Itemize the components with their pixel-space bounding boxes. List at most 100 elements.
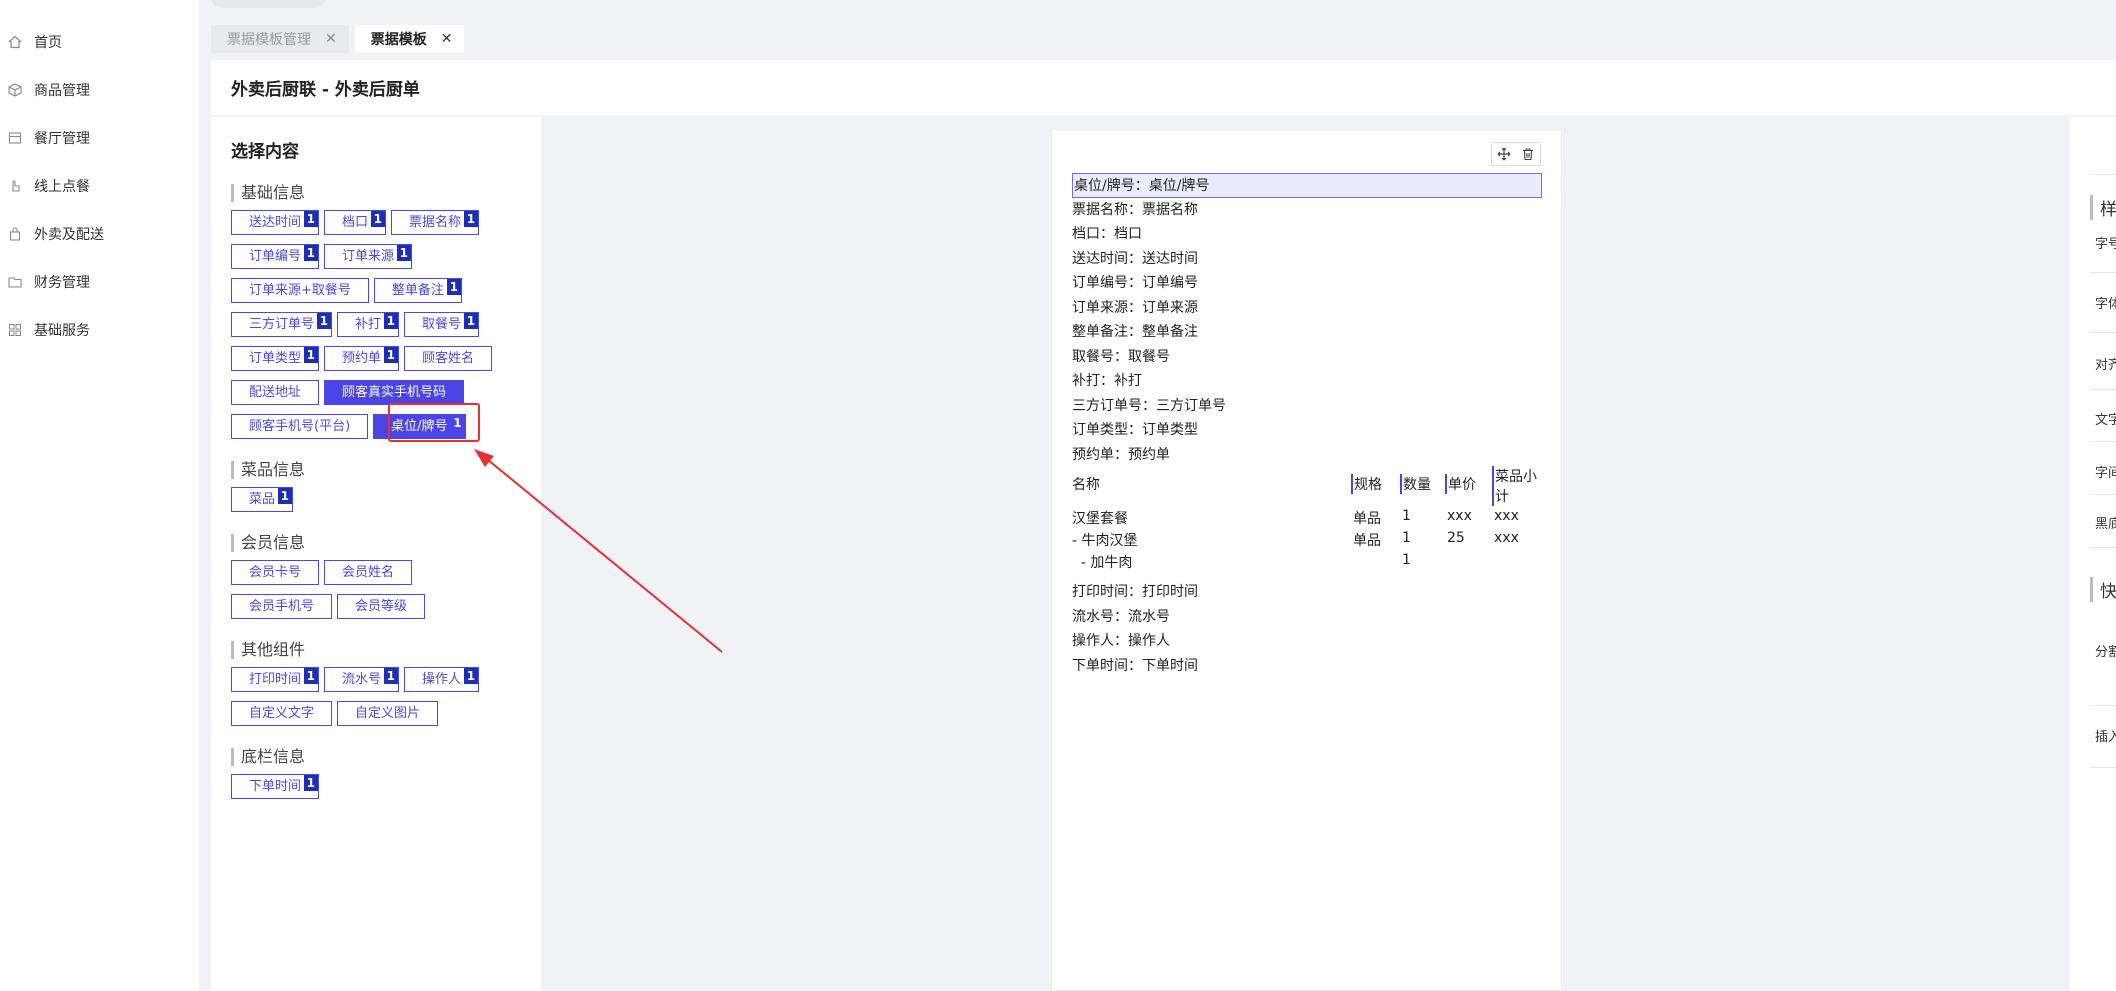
tab-template-management[interactable]: 票据模板管理 ✕ (211, 25, 349, 53)
trash-icon[interactable] (1516, 143, 1540, 165)
row-price: xxx (1447, 508, 1472, 524)
sidebar-item-products[interactable]: 商品管理 (0, 66, 199, 114)
field-chip-member-card[interactable]: 会员卡号 (231, 560, 320, 585)
field-chip-third-party-order[interactable]: 三方订单号 1 (231, 312, 333, 337)
field-chip-delivery-time[interactable]: 送达时间 1 (231, 210, 320, 235)
hand-icon (8, 179, 22, 193)
chip-label: 订单编号 (249, 249, 302, 264)
field-chip-reprint[interactable]: 补打 1 (337, 312, 400, 337)
sidebar-item-home[interactable]: 首页 (0, 18, 199, 66)
field-chip-order-type[interactable]: 订单类型 1 (231, 346, 320, 371)
setting-label-text: 文字 (2095, 413, 2116, 428)
preview-line[interactable]: 补打：补打 (1072, 369, 1541, 394)
divider (2090, 272, 2116, 273)
preview-line[interactable]: 流水号：流水号 (1072, 605, 1541, 630)
sidebar-item-delivery[interactable]: 外卖及配送 (0, 210, 199, 258)
field-chip-serial-number[interactable]: 流水号 1 (324, 667, 400, 692)
top-strip (199, 0, 2116, 18)
preview-line[interactable]: 档口：档口 (1072, 222, 1541, 247)
folder-icon (8, 275, 22, 289)
chip-label: 下单时间 (249, 779, 302, 794)
sidebar-item-restaurant[interactable]: 餐厅管理 (0, 114, 199, 162)
count-badge: 1 (303, 211, 319, 227)
preview-line[interactable]: 订单来源：订单来源 (1072, 296, 1541, 321)
chip-label: 配送地址 (249, 385, 302, 400)
store-icon (8, 131, 22, 145)
preview-line[interactable]: 打印时间：打印时间 (1072, 580, 1541, 605)
field-chip-custom-text[interactable]: 自定义文字 (231, 701, 333, 726)
field-chip-stall[interactable]: 档口 1 (324, 210, 387, 235)
group-title: 底栏信息 (231, 748, 541, 766)
field-chip-order-remark[interactable]: 整单备注 1 (373, 278, 462, 303)
preview-line[interactable]: 订单类型：订单类型 (1072, 418, 1541, 443)
field-chip-custom-image[interactable]: 自定义图片 (337, 701, 439, 726)
count-badge: 1 (316, 313, 332, 329)
count-badge: 1 (383, 347, 399, 363)
field-chip-member-phone[interactable]: 会员手机号 (231, 594, 333, 619)
field-chip-print-time[interactable]: 打印时间 1 (231, 667, 320, 692)
field-chip-order-source[interactable]: 订单来源 1 (324, 244, 413, 269)
chip-label: 菜品 (249, 492, 276, 507)
setting-label-font: 字体 (2095, 297, 2116, 312)
sidebar-item-online-order[interactable]: 线上点餐 (0, 162, 199, 210)
dish-table[interactable]: 名称 规格 数量 单价 菜品小计 汉堡套餐 单品 1 xxx xxx - 牛肉汉… (1072, 466, 1541, 580)
preview-line[interactable]: 取餐号：取餐号 (1072, 345, 1541, 370)
count-badge: 1 (370, 211, 386, 227)
sidebar-item-basic-service[interactable]: 基础服务 (0, 306, 199, 354)
preview-toolbar (1491, 142, 1541, 166)
preview-line[interactable]: 预约单：预约单 (1072, 443, 1541, 468)
close-icon[interactable]: ✕ (325, 31, 337, 47)
field-chip-dish[interactable]: 菜品 1 (231, 487, 294, 512)
preview-line[interactable]: 订单编号：订单编号 (1072, 271, 1541, 296)
chip-label: 送达时间 (249, 215, 302, 230)
field-chip-operator[interactable]: 操作人 1 (404, 667, 480, 692)
field-chip-delivery-address[interactable]: 配送地址 (231, 380, 320, 405)
field-chip-pickup-number[interactable]: 取餐号 1 (404, 312, 480, 337)
preview-line[interactable]: 操作人：操作人 (1072, 629, 1541, 654)
move-icon[interactable] (1492, 143, 1516, 165)
field-chip-reservation[interactable]: 预约单 1 (324, 346, 400, 371)
field-chip-customer-real-phone[interactable]: 顾客真实手机号码 (324, 380, 465, 405)
annotation-highlight-box (388, 403, 480, 442)
sidebar-item-finance[interactable]: 财务管理 (0, 258, 199, 306)
top-pill (211, 0, 326, 8)
preview-line[interactable]: 整单备注：整单备注 (1072, 320, 1541, 345)
sidebar-item-label: 线上点餐 (34, 179, 90, 195)
preview-line[interactable]: 送达时间：送达时间 (1072, 247, 1541, 272)
group-member-info: 会员信息 会员卡号 会员姓名 会员手机号 会员等级 (231, 534, 541, 619)
field-chip-order-time[interactable]: 下单时间 1 (231, 774, 320, 799)
chip-label: 订单类型 (249, 351, 302, 366)
close-icon[interactable]: ✕ (441, 31, 453, 47)
count-badge: 1 (303, 775, 319, 791)
row-subtotal: xxx (1494, 530, 1519, 546)
row-qty: 1 (1402, 508, 1411, 524)
tab-template[interactable]: 票据模板 ✕ (354, 25, 465, 53)
cube-icon (8, 83, 22, 97)
field-chip-customer-platform-phone[interactable]: 顾客手机号(平台) (231, 414, 369, 439)
divider (2090, 174, 2116, 175)
divider (2090, 389, 2116, 390)
chip-label: 取餐号 (422, 317, 462, 332)
count-badge: 1 (277, 488, 293, 504)
chip-label: 会员等级 (355, 599, 408, 614)
row-name: - 加牛肉 (1072, 555, 1133, 571)
section-title-quick: 快 (2090, 577, 2116, 602)
row-subtotal: xxx (1494, 508, 1519, 524)
preview-line[interactable]: 三方订单号：三方订单号 (1072, 394, 1541, 419)
field-chip-customer-name[interactable]: 顾客姓名 (404, 346, 493, 371)
field-chip-member-level[interactable]: 会员等级 (337, 594, 426, 619)
group-other-components: 其他组件 打印时间 1 流水号 1 操作人 1 自定义文字 自定义图片 (231, 641, 541, 726)
field-chip-order-source-pickup[interactable]: 订单来源+取餐号 (231, 278, 369, 303)
sidebar-item-label: 基础服务 (34, 323, 90, 339)
home-icon (8, 35, 22, 49)
field-chip-order-number[interactable]: 订单编号 1 (231, 244, 320, 269)
count-badge: 1 (303, 347, 319, 363)
style-settings-panel: 样 字号 字体 对齐 文字 字间 黑底 快 分割 插入 (2070, 117, 2116, 991)
preview-line[interactable]: 票据名称：票据名称 (1072, 198, 1541, 223)
preview-line-table-number[interactable]: 桌位/牌号：桌位/牌号 (1072, 173, 1542, 198)
field-chip-member-name[interactable]: 会员姓名 (324, 560, 413, 585)
field-chip-receipt-name[interactable]: 票据名称 1 (391, 210, 480, 235)
setting-label-insert: 插入 (2095, 730, 2116, 745)
preview-line[interactable]: 下单时间：下单时间 (1072, 654, 1541, 679)
page-title: 外卖后厨联 - 外卖后厨单 (211, 60, 2116, 115)
